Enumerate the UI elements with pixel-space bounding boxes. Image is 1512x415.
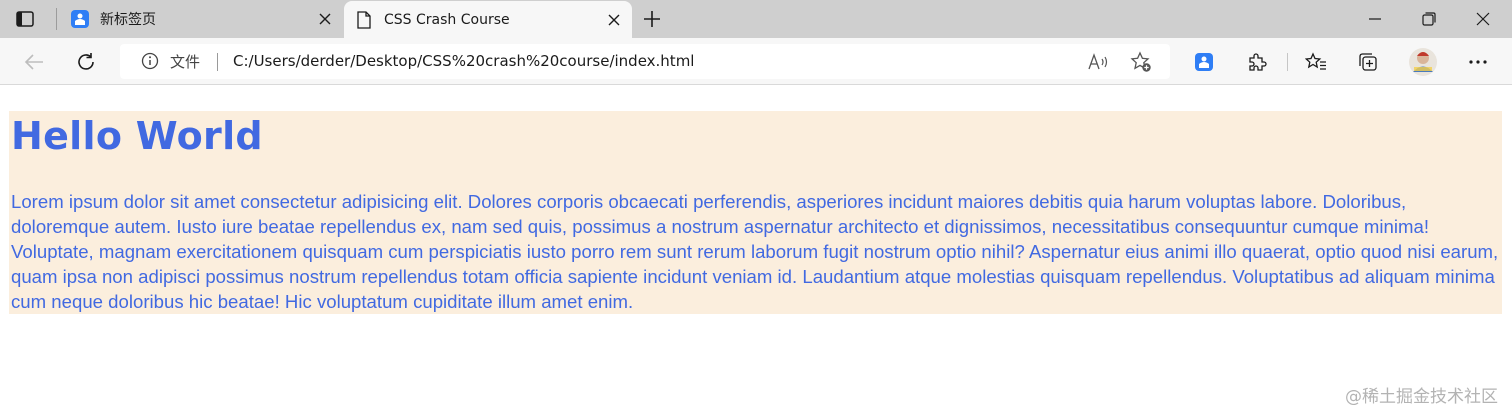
close-icon[interactable] — [311, 5, 339, 33]
tab-title: CSS Crash Course — [384, 11, 510, 28]
more-icon[interactable] — [1462, 46, 1494, 78]
address-separator — [217, 53, 218, 71]
page-viewport: Hello World Lorem ipsum dolor sit amet c… — [0, 86, 1512, 415]
toolbar-divider — [1287, 53, 1288, 71]
plus-icon[interactable] — [638, 5, 666, 33]
back-arrow-icon[interactable] — [18, 46, 50, 78]
document-icon — [354, 10, 374, 30]
extension-app-icon[interactable] — [1188, 46, 1220, 78]
favorites-icon[interactable] — [1300, 46, 1332, 78]
tab-divider — [56, 8, 57, 30]
browser-toolbar: 文件 C:/Users/derder/Desktop/CSS%20crash%2… — [0, 38, 1512, 85]
tab-css-crash-course[interactable]: CSS Crash Course — [344, 1, 632, 38]
minimize-icon[interactable] — [1352, 0, 1398, 38]
restore-icon[interactable] — [1406, 0, 1452, 38]
tab-actions-icon[interactable] — [14, 9, 36, 29]
window-close-icon[interactable] — [1460, 0, 1506, 38]
read-aloud-icon[interactable] — [1086, 49, 1112, 75]
address-url[interactable]: C:/Users/derder/Desktop/CSS%20crash%20co… — [233, 52, 694, 70]
content-container: Hello World Lorem ipsum dolor sit amet c… — [9, 111, 1502, 314]
watermark-text: @稀土掘金技术社区 — [1345, 387, 1498, 407]
tab-title: 新标签页 — [100, 12, 156, 28]
puzzle-icon[interactable] — [1241, 46, 1273, 78]
close-icon[interactable] — [600, 6, 628, 34]
profile-avatar[interactable] — [1407, 46, 1439, 78]
page-heading: Hello World — [11, 114, 263, 158]
refresh-icon[interactable] — [70, 46, 102, 78]
info-icon[interactable] — [140, 51, 160, 71]
tab-strip: 新标签页 CSS Crash Course — [0, 0, 1512, 38]
address-bar[interactable]: 文件 C:/Users/derder/Desktop/CSS%20crash%2… — [120, 44, 1170, 79]
tab-new-tab[interactable]: 新标签页 — [60, 0, 343, 38]
page-paragraph: Lorem ipsum dolor sit amet consectetur a… — [11, 191, 1499, 312]
add-favorite-icon[interactable] — [1128, 49, 1154, 75]
address-scheme-label: 文件 — [170, 53, 201, 71]
collections-icon[interactable] — [1352, 46, 1384, 78]
new-tab-favicon — [70, 9, 90, 29]
